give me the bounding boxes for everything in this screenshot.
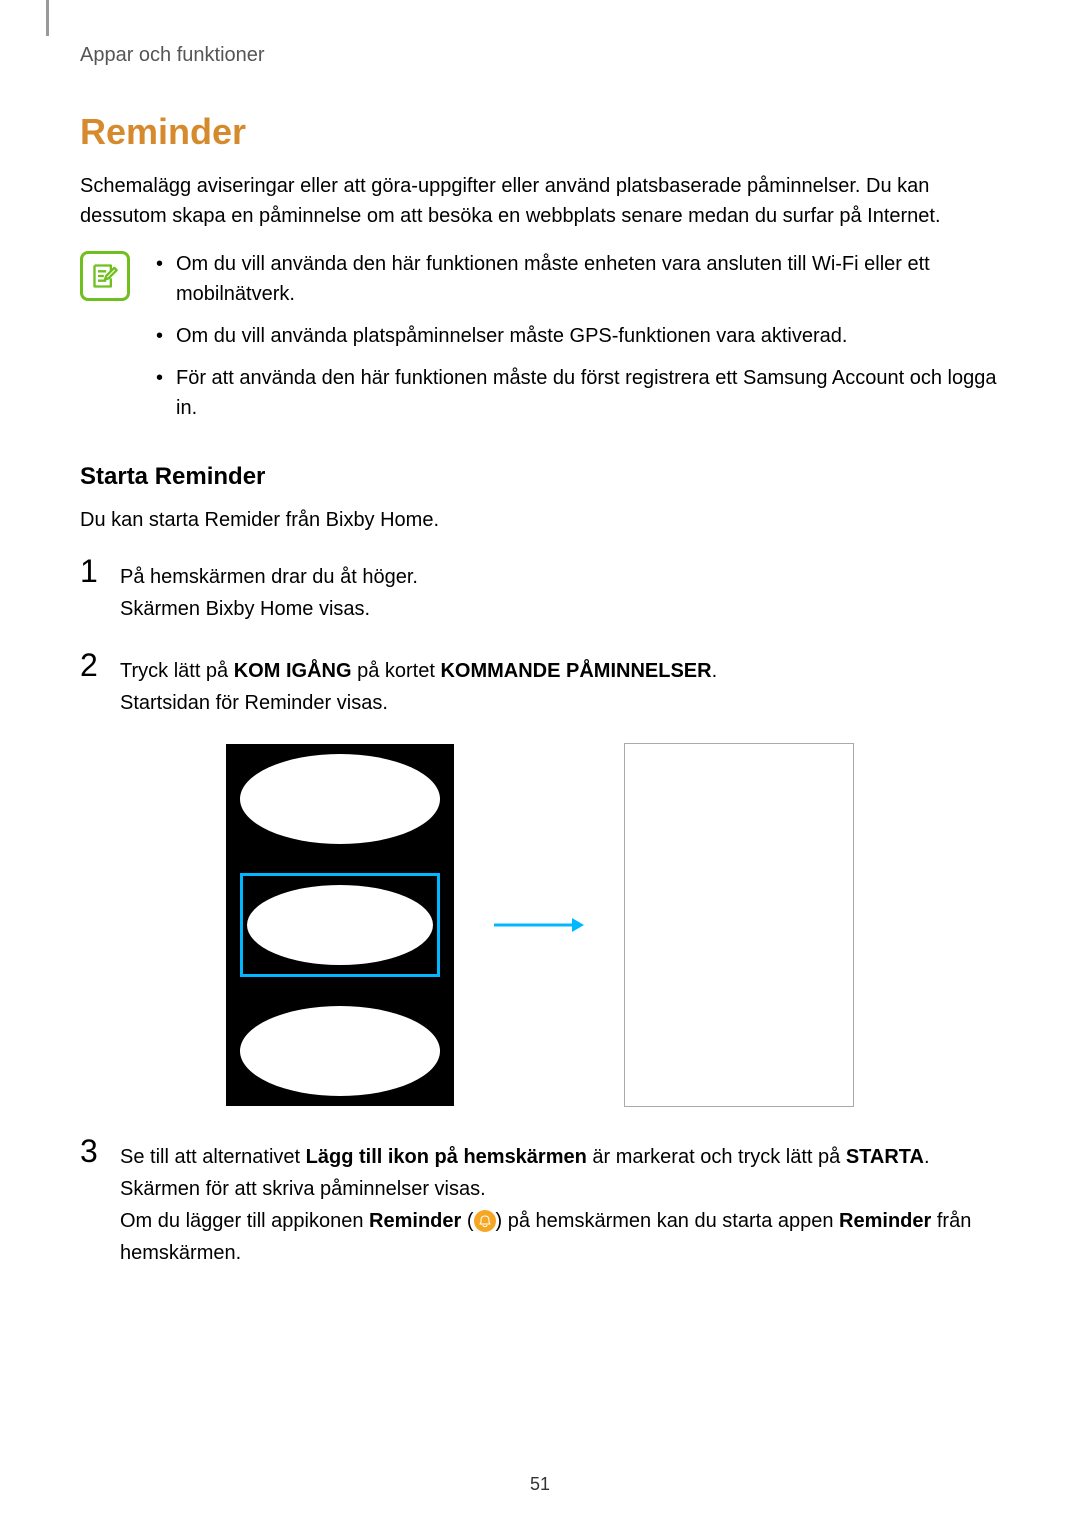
- step-1: 1 På hemskärmen drar du åt höger. Skärme…: [80, 555, 1000, 625]
- step-text: på kortet: [352, 660, 441, 682]
- step-text: ) på hemskärmen kan du starta appen: [496, 1210, 840, 1232]
- step-bold: KOMMANDE PÅMINNELSER: [440, 660, 711, 682]
- step-bold: Reminder: [369, 1210, 461, 1232]
- breadcrumb: Appar och funktioner: [80, 44, 1000, 67]
- step-body: På hemskärmen drar du åt höger. Skärmen …: [120, 555, 1000, 625]
- note-item: Om du vill använda platspåminnelser måst…: [152, 321, 1000, 351]
- step-text: Tryck lätt på: [120, 660, 234, 682]
- ui-card-placeholder: [240, 1006, 440, 1096]
- step-text: (: [461, 1210, 473, 1232]
- step-text: Skärmen Bixby Home visas.: [120, 598, 370, 620]
- page-content: Appar och funktioner Reminder Schemalägg…: [0, 0, 1080, 1333]
- subheading: Starta Reminder: [80, 463, 1000, 491]
- step-text: är markerat och tryck lätt på: [587, 1146, 846, 1168]
- step-number: 3: [80, 1135, 102, 1167]
- step-bold: Reminder: [839, 1210, 931, 1232]
- page-title: Reminder: [80, 111, 1000, 153]
- step-text: Skärmen för att skriva påminnelser visas…: [120, 1178, 486, 1200]
- step-body: Tryck lätt på KOM IGÅNG på kortet KOMMAN…: [120, 649, 1000, 719]
- reminder-app-icon: [474, 1210, 496, 1232]
- step-number: 2: [80, 649, 102, 681]
- intro-paragraph: Schemalägg aviseringar eller att göra-up…: [80, 171, 1000, 231]
- step-graphic: [80, 743, 1000, 1107]
- step-bold: Lägg till ikon på hemskärmen: [306, 1146, 587, 1168]
- step-body: Se till att alternativet Lägg till ikon …: [120, 1135, 1000, 1269]
- step-text: Startsidan för Reminder visas.: [120, 692, 388, 714]
- note-item: För att använda den här funktionen måste…: [152, 363, 1000, 423]
- note-item: Om du vill använda den här funktionen må…: [152, 249, 1000, 309]
- step-text: På hemskärmen drar du åt höger.: [120, 566, 418, 588]
- ui-card-placeholder: [247, 885, 433, 965]
- phone-screenshot-right: [624, 743, 854, 1107]
- step-3: 3 Se till att alternativet Lägg till iko…: [80, 1135, 1000, 1269]
- note-block: Om du vill använda den här funktionen må…: [80, 249, 1000, 435]
- ui-card-highlighted: [240, 873, 440, 977]
- sub-intro: Du kan starta Remider från Bixby Home.: [80, 505, 1000, 535]
- step-text: .: [712, 660, 718, 682]
- step-bold: STARTA: [846, 1146, 924, 1168]
- arrow-right-icon: [494, 915, 584, 935]
- ui-card-placeholder: [240, 754, 440, 844]
- note-icon: [80, 251, 130, 301]
- step-text: .: [924, 1146, 930, 1168]
- step-number: 1: [80, 555, 102, 587]
- pencil-paper-icon: [91, 262, 119, 290]
- phone-screenshot-left: [226, 744, 454, 1106]
- page-number: 51: [0, 1474, 1080, 1495]
- step-bold: KOM IGÅNG: [234, 660, 352, 682]
- step-text: Om du lägger till appikonen: [120, 1210, 369, 1232]
- note-list: Om du vill använda den här funktionen må…: [152, 249, 1000, 435]
- step-2: 2 Tryck lätt på KOM IGÅNG på kortet KOMM…: [80, 649, 1000, 719]
- step-text: Se till att alternativet: [120, 1146, 306, 1168]
